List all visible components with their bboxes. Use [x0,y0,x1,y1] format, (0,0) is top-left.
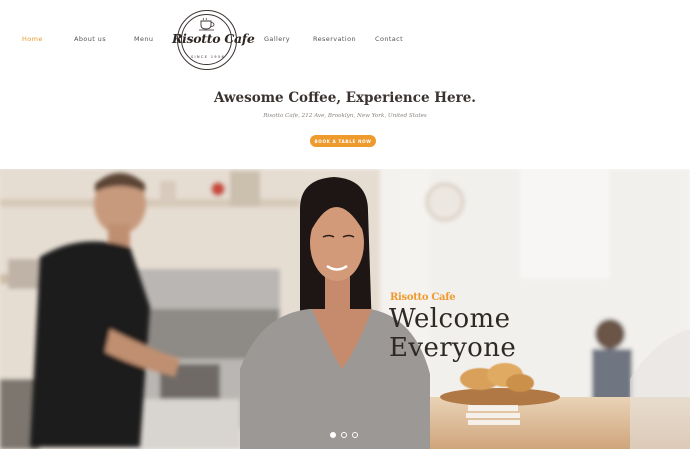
hero-slider: Risotto Cafe Welcome Everyone [0,169,690,449]
main-nav: Home About us Menu Risotto Cafe SINCE 19… [0,0,690,80]
nav-contact[interactable]: Contact [375,35,403,43]
coffee-cup-icon [199,17,215,31]
logo-wordmark: Risotto Cafe [172,31,255,46]
cafe-logo[interactable]: Risotto Cafe SINCE 1956 [172,10,255,70]
slider-dot-1[interactable] [330,432,336,438]
hero-title-line2: Everyone [389,333,517,363]
nav-home[interactable]: Home [22,35,43,43]
slider-dot-3[interactable] [352,432,358,438]
slider-dots [330,432,362,440]
nav-about-us[interactable]: About us [74,35,106,43]
hero-kicker: Risotto Cafe [390,292,456,303]
hero-title: Welcome Everyone [389,305,516,363]
nav-menu[interactable]: Menu [134,35,153,43]
nav-reservation[interactable]: Reservation [313,35,356,43]
slider-dot-2[interactable] [341,432,347,438]
logo-since-text: SINCE 1956 [190,55,226,59]
page-headline: Awesome Coffee, Experience Here. [214,90,476,106]
hero-photo [0,169,690,449]
hero-title-line1: Welcome [389,304,511,334]
book-table-button[interactable]: BOOK A TABLE NOW [310,135,376,147]
cafe-address: Risotto Cafe, 212 Ave, Brooklyn, New Yor… [263,113,427,119]
nav-gallery[interactable]: Gallery [264,35,290,43]
